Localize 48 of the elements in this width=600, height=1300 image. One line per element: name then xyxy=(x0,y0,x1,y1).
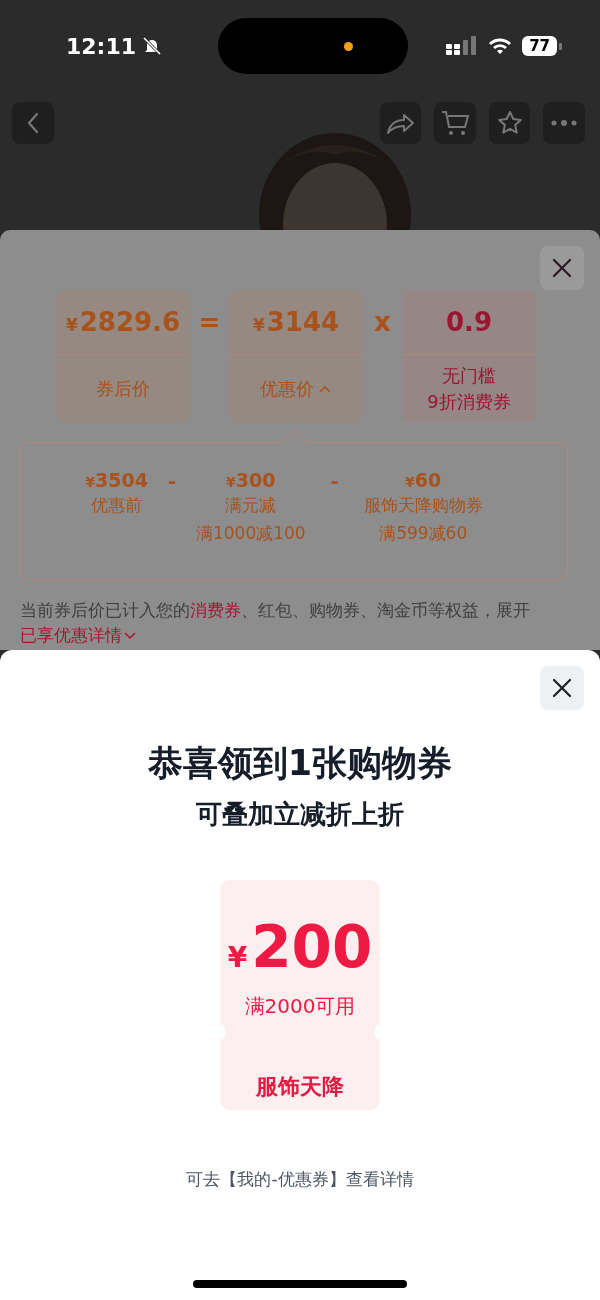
close-button[interactable] xyxy=(540,246,584,290)
price-amount: ¥3144 xyxy=(252,307,340,337)
more-icon xyxy=(551,120,578,126)
share-button[interactable] xyxy=(379,102,422,144)
price-label: 无门槛 xyxy=(442,363,496,388)
coupon-name: 服饰天降 xyxy=(256,1073,344,1101)
battery-tip-icon xyxy=(559,42,562,50)
close-button[interactable] xyxy=(540,666,584,710)
footer-hint: 可去【我的-优惠券】查看详情 xyxy=(186,1168,414,1191)
wifi-icon xyxy=(488,37,513,55)
price-amount: ¥2829.6 xyxy=(65,307,181,337)
details-link[interactable]: 已享优惠详情 xyxy=(20,623,136,648)
battery-level: 77 xyxy=(522,36,557,56)
dialog-subtitle: 可叠加立减折上折 xyxy=(196,798,404,831)
breakdown-label: 满1000减100 xyxy=(195,522,306,545)
star-icon xyxy=(495,109,524,137)
breakdown-label: 优惠前 xyxy=(91,494,143,517)
more-button[interactable] xyxy=(543,102,585,144)
cart-icon xyxy=(440,109,470,137)
cart-button[interactable] xyxy=(434,102,476,144)
price-amount: 0.9 xyxy=(445,307,493,337)
breakdown-label: 满元减 xyxy=(225,494,277,517)
chevron-up-icon xyxy=(318,383,332,394)
price-label-toggle[interactable]: 优惠价 xyxy=(229,355,363,422)
coupon-condition: 满2000可用 xyxy=(244,993,356,1020)
close-icon xyxy=(552,678,572,698)
close-icon xyxy=(552,258,572,278)
operator-sign: - xyxy=(329,469,340,493)
coupon-amount: ¥200 xyxy=(227,916,373,983)
breakdown-label: 服饰天降购物券 xyxy=(363,494,483,517)
indicator-dot xyxy=(344,41,354,51)
status-time: 12:11 xyxy=(66,33,137,59)
operator-sign: - xyxy=(166,469,178,493)
operator-sign: = xyxy=(197,306,222,339)
price-label: 券后价 xyxy=(96,376,150,401)
benefit-note: 当前券后价已计入您的消费券、红包、购物券、淘金币等权益，展开 已享优惠详情 xyxy=(20,598,568,648)
operator-sign: x xyxy=(373,306,392,339)
breakdown-label: 满599减60 xyxy=(379,522,468,545)
signal-icon xyxy=(446,36,479,56)
breakdown-amount: ¥300 xyxy=(226,469,276,491)
breakdown-amount: ¥3504 xyxy=(85,469,148,491)
favorite-button[interactable] xyxy=(488,102,531,144)
breakdown-amount: ¥60 xyxy=(405,469,442,491)
back-button[interactable] xyxy=(12,102,54,144)
back-icon xyxy=(25,112,40,134)
price-label: 9折消费券 xyxy=(427,389,511,414)
chevron-down-icon xyxy=(124,631,136,640)
dialog-title: 恭喜领到1张购物券 xyxy=(147,742,453,785)
